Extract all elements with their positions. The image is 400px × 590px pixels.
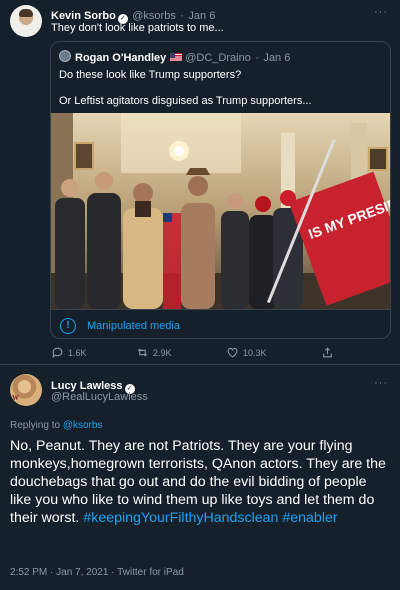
- hashtag[interactable]: #enabler: [282, 510, 337, 526]
- tweet-divider: [0, 364, 400, 365]
- like-button[interactable]: 10.3K: [226, 346, 267, 359]
- more-icon[interactable]: ···: [374, 377, 388, 389]
- hashtag[interactable]: #keepingYourFilthyHandsclean: [83, 510, 278, 526]
- reply-icon: [52, 347, 63, 359]
- quoted-author-handle[interactable]: @DC_Draino: [185, 52, 251, 64]
- share-button[interactable]: [321, 346, 338, 359]
- quoted-author-name[interactable]: Rogan O'Handley: [75, 52, 166, 64]
- quoted-date[interactable]: Jan 6: [263, 52, 290, 64]
- retweet-button[interactable]: 2.9K: [136, 346, 172, 359]
- reply-count: 1.6K: [68, 348, 87, 358]
- photo-illustration: IS MY PRESIDENT: [51, 113, 390, 309]
- replying-to-handle[interactable]: @ksorbs: [63, 420, 103, 431]
- reply-timestamp[interactable]: 2:52 PM · Jan 7, 2021 · Twitter for iPad: [10, 567, 184, 578]
- author-name[interactable]: Kevin Sorbo: [51, 10, 116, 22]
- manipulated-media-notice[interactable]: ! Manipulated media: [51, 309, 390, 338]
- capitol-protest-photo[interactable]: IS MY PRESIDENT: [51, 113, 390, 309]
- tweet-text: They don't look like patriots to me...: [51, 22, 224, 34]
- author-handle[interactable]: @ksorbs: [132, 10, 176, 22]
- avatar[interactable]: [59, 50, 71, 62]
- quoted-tweet-header: Rogan O'Handley @DC_Draino · Jan 6: [59, 48, 290, 66]
- replying-to: Replying to @ksorbs: [10, 420, 102, 431]
- quoted-text-line-2: Or Leftist agitators disguised as Trump …: [59, 95, 312, 107]
- more-icon[interactable]: ···: [374, 6, 388, 18]
- tweet-date[interactable]: Jan 6: [188, 10, 215, 22]
- reply-button[interactable]: 1.6K: [51, 346, 87, 359]
- author-handle[interactable]: @RealLucyLawless: [51, 391, 148, 403]
- us-flag-emoji: [170, 53, 183, 61]
- tweet-actions: 1.6K 2.9K 10.3K: [51, 346, 351, 360]
- retweet-count: 2.9K: [153, 348, 172, 358]
- quoted-tweet[interactable]: Rogan O'Handley @DC_Draino · Jan 6 Do the…: [50, 41, 391, 339]
- avatar[interactable]: [10, 5, 42, 37]
- separator-dot: ·: [180, 10, 184, 22]
- reply-text: No, Peanut. They are not Patriots. They …: [10, 437, 390, 527]
- manipulated-media-label[interactable]: Manipulated media: [87, 320, 180, 332]
- tweet-kevin-sorbo[interactable]: Kevin Sorbo ✓ @ksorbs · Jan 6 ··· They do…: [0, 0, 400, 364]
- avatar[interactable]: [10, 374, 42, 406]
- retweet-icon: [137, 348, 148, 357]
- like-count: 10.3K: [243, 348, 267, 358]
- quoted-text-line-1: Do these look like Trump supporters?: [59, 69, 242, 81]
- info-icon: !: [60, 318, 76, 334]
- like-icon: [227, 347, 238, 358]
- share-icon: [323, 347, 332, 358]
- replying-prefix: Replying to: [10, 420, 63, 431]
- separator-dot: ·: [255, 52, 259, 64]
